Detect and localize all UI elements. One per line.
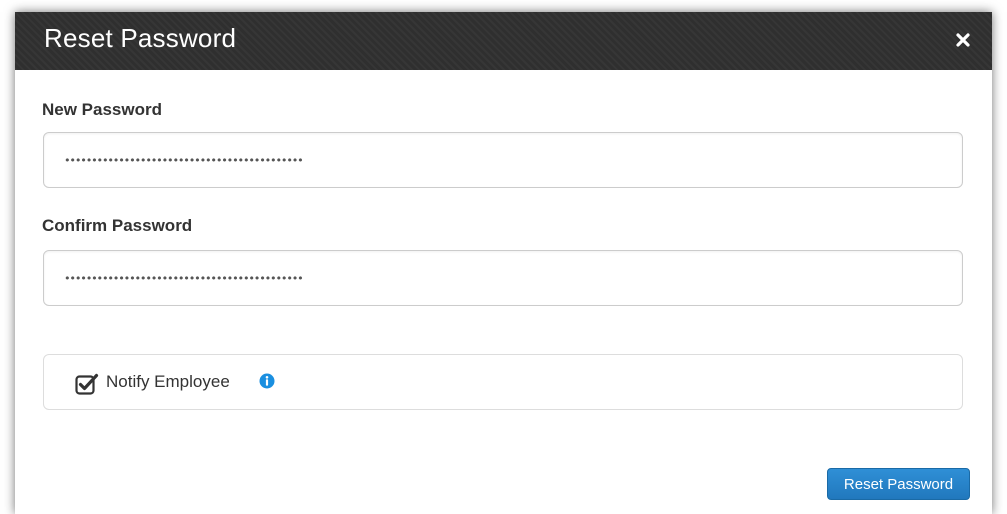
new-password-field[interactable]: ••••••••••••••••••••••••••••••••••••••••… [43, 132, 963, 188]
dialog-title: Reset Password [44, 23, 237, 53]
reset-password-dialog: Reset Password New Password ••••••••••••… [15, 12, 992, 514]
notify-employee-checkbox[interactable] [75, 372, 99, 396]
notify-employee-label[interactable]: Notify Employee [106, 372, 230, 392]
close-button[interactable] [950, 27, 976, 53]
reset-password-button[interactable]: Reset Password [827, 468, 970, 500]
confirm-password-label: Confirm Password [42, 216, 193, 235]
confirm-password-value: ••••••••••••••••••••••••••••••••••••••••… [64, 271, 304, 285]
new-password-label: New Password [42, 100, 162, 119]
close-icon [956, 33, 970, 47]
new-password-value: ••••••••••••••••••••••••••••••••••••••••… [64, 153, 304, 167]
info-icon[interactable] [259, 373, 275, 389]
confirm-password-field[interactable]: ••••••••••••••••••••••••••••••••••••••••… [43, 250, 963, 306]
dialog-header: Reset Password [15, 12, 992, 70]
checkbox-checked-icon [75, 373, 99, 395]
notify-employee-panel: Notify Employee [43, 354, 963, 410]
